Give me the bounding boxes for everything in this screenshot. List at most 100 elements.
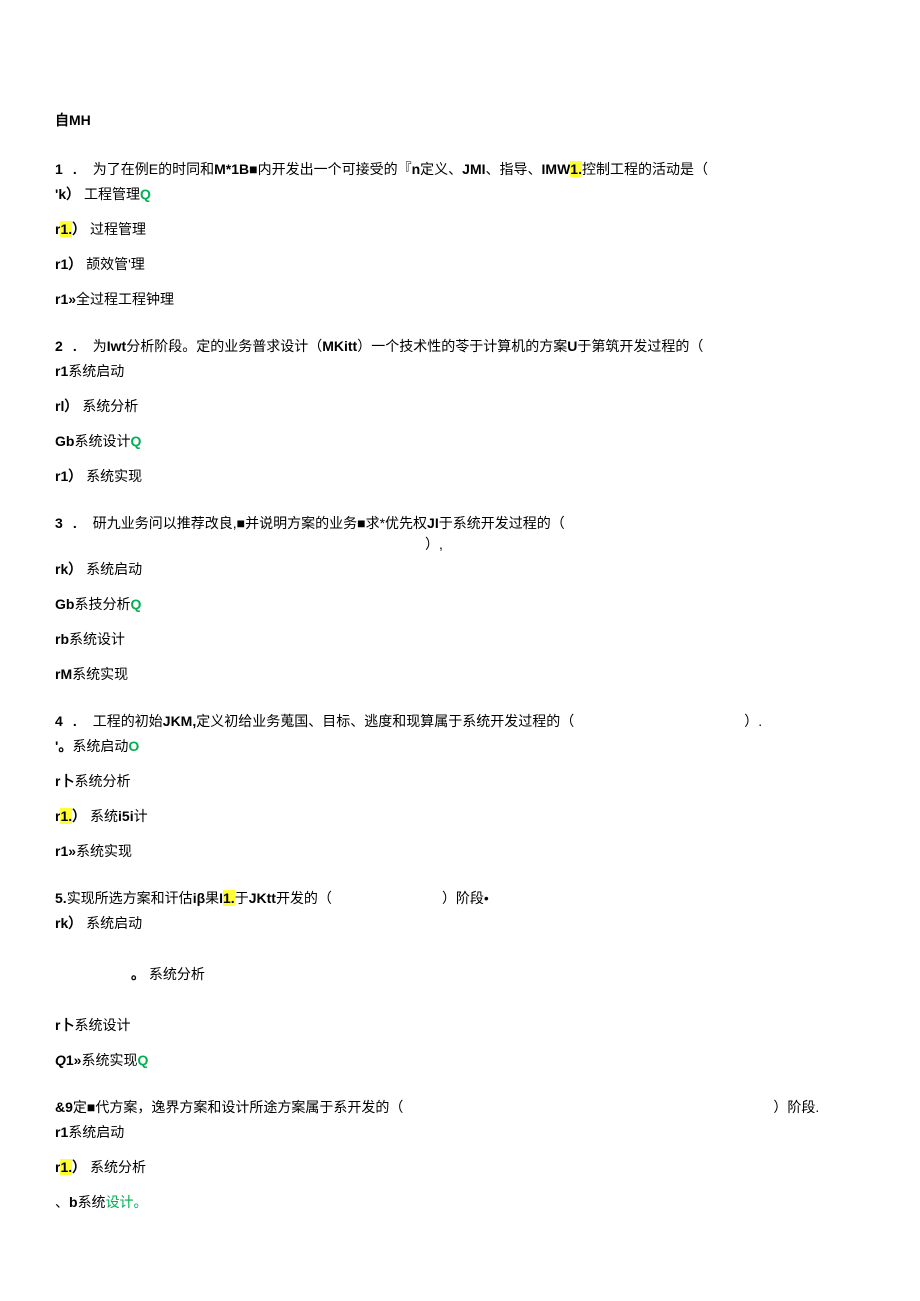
q4-d-label: r1» (55, 843, 76, 859)
q2-stem: 2 . 为Iwt分析阶段。定的业务普求设计（MKitt）一个技术性的苓于计算机的… (55, 336, 865, 357)
q3-b-text: 系技分析 (74, 596, 130, 612)
q6-c-b: b (69, 1194, 78, 1210)
q2-a-label: r1 (55, 363, 68, 379)
q3-d-text: 系统实现 (72, 666, 128, 682)
q6-txt1: 定■代方案，逸界方案和设计所途方案属于系开发的（ (73, 1099, 403, 1115)
q1-hl: 1. (570, 161, 582, 177)
q4-c-text3: 计 (134, 808, 148, 824)
q4-dot: . (73, 711, 89, 732)
q4-txt2: JKM, (163, 713, 196, 729)
q4-c-text: 系统 (90, 808, 118, 824)
q6-stem: &9定■代方案，逸界方案和设计所途方案属于系开发的（ ）阶段. (55, 1097, 865, 1118)
q2-b-label: rl） (55, 398, 78, 414)
q4-a-text: 系统启动 (72, 738, 128, 754)
q4-opt-d: r1»系统实现 (55, 841, 865, 862)
q4-c-post: ） (72, 808, 86, 824)
q1-stem: 1 . 为了在例E的时同和M*1B■内开发出一个可接受的『n定义、JMI、指导、… (55, 159, 865, 180)
q6-c-label: 、 (55, 1194, 69, 1210)
q4-tail: ）. (744, 713, 762, 729)
title-text: 自MH (55, 112, 91, 128)
q5-c-text: 系统设计 (74, 1017, 130, 1033)
q2-c-label: Gb (55, 433, 74, 449)
q3-opt-c: rb系统设计 (55, 629, 865, 650)
q3-num: 3 (55, 513, 69, 534)
q1-opt-d: r1»全过程工程钟理 (55, 289, 865, 310)
q3-b-label: Gb (55, 596, 74, 612)
q4-b-text: 系统分析 (74, 773, 130, 789)
q1-opt-a: 'k） 工程管理Q (55, 184, 865, 205)
q1-d-text: 全过程工程钟理 (76, 291, 174, 307)
q5-txt5: 于 (235, 890, 249, 906)
q5-opt-c: r卜系统设计 (55, 1015, 865, 1036)
q1-dot: . (73, 159, 89, 180)
q5-txt1: 实现所选方案和讦估 (67, 890, 193, 906)
q5-stem: 5.实现所选方案和讦估iβ果I1.于JKtt开发的（）阶段• (55, 888, 865, 909)
q3-tail: ）, (425, 536, 443, 552)
q6-opt-b: r1.） 系统分析 (55, 1157, 865, 1178)
q5-num: 5. (55, 890, 67, 906)
q6-num: &9 (55, 1099, 73, 1115)
q5-opt-a: rk） 系统启动 (55, 913, 865, 934)
q6-b-post: ） (72, 1159, 86, 1175)
q6-tail: ）阶段. (773, 1099, 819, 1115)
q3-a-text: 系统启动 (86, 561, 142, 577)
q5-txt7: 开发的（ (276, 890, 332, 906)
q3-txt3: 于系统开发过程的（ (439, 515, 565, 531)
q5-c-label: r卜 (55, 1017, 74, 1033)
q5-txt2: iβ (193, 890, 205, 906)
q4-txt3: 定义初给业务蒐国、目标、逃度和现算属于系统开发过程的（ (196, 713, 574, 729)
q1-c-text: 颉效管'理 (86, 256, 145, 272)
page-title: 自MH (55, 110, 865, 131)
q6-c-green: 设计。 (106, 1194, 148, 1210)
q3-c-label: rb (55, 631, 69, 647)
q5-d-pre: Q (55, 1052, 66, 1068)
q1-opt-c: r1） 颉效管'理 (55, 254, 865, 275)
q2-txt7: 于第筑开发过程的（ (577, 338, 703, 354)
q6-b-hl: 1. (60, 1159, 72, 1175)
q1-a-mark: Q (140, 186, 151, 202)
q1-txt4: n (412, 161, 421, 177)
q3-opt-a: rk） 系统启动 (55, 559, 865, 580)
q5-txt3: 果 (205, 890, 219, 906)
q1-num: 1 (55, 159, 69, 180)
q5-tail: ）阶段• (442, 890, 489, 906)
q2-opt-c: Gb系统设计Q (55, 431, 865, 452)
q1-opt-b: r1.） 过程管理 (55, 219, 865, 240)
q1-txt5: 定义、 (420, 161, 462, 177)
q3-d-label: rM (55, 666, 72, 682)
q4-b-label: r卜 (55, 773, 74, 789)
q6-opt-c: 、b系统设计。 (55, 1192, 865, 1213)
q4-d-text: 系统实现 (76, 843, 132, 859)
q2-d-label: r1） (55, 468, 82, 484)
q4-a-mark: O (128, 738, 139, 754)
q5-opt-d: Q1»系统实现Q (55, 1050, 865, 1071)
q2-txt5: ）一个技术性的苓于计算机的方案 (357, 338, 567, 354)
q4-a-label: '。 (55, 738, 72, 754)
q2-txt3: 分析阶段。定的业务普求设计（ (126, 338, 322, 354)
q2-txt6: U (567, 338, 577, 354)
q1-d-label: r1» (55, 291, 76, 307)
q2-txt4: MKitt (322, 338, 357, 354)
q1-txt1: 为了在例E的时同和 (93, 161, 214, 177)
q1-a-label: 'k） (55, 186, 80, 202)
q4-opt-a: '。系统启动O (55, 736, 865, 757)
q1-txt9: 控制工程的活动是（ (582, 161, 708, 177)
q3-c-text: 系统设计 (69, 631, 125, 647)
q2-opt-a: r1系统启动 (55, 361, 865, 382)
q2-c-text: 系统设计 (74, 433, 130, 449)
q1-b-hl: 1. (60, 221, 72, 237)
q3-stem: 3 . 研九业务问以推荐改良,■并说明方案的业务■求*优先权JI于系统开发过程的… (55, 513, 865, 555)
q5-hl: 1. (223, 890, 235, 906)
q3-opt-b: Gb系技分析Q (55, 594, 865, 615)
q6-opt-a: r1系统启动 (55, 1122, 865, 1143)
q5-b-label: 。 (131, 966, 145, 982)
q1-b-text: 过程管理 (90, 221, 146, 237)
q1-txt2: M*1B (214, 161, 249, 177)
q4-c-text2: i5i (118, 808, 134, 824)
q2-opt-b: rl） 系统分析 (55, 396, 865, 417)
q1-txt3: ■内开发出一个可接受的『 (249, 161, 411, 177)
q5-a-text: 系统启动 (86, 915, 142, 931)
q3-dot: . (73, 513, 89, 534)
q1-txt7: 、指导、 (486, 161, 542, 177)
q4-stem: 4 . 工程的初始JKM,定义初给业务蒐国、目标、逃度和现算属于系统开发过程的（… (55, 711, 865, 732)
